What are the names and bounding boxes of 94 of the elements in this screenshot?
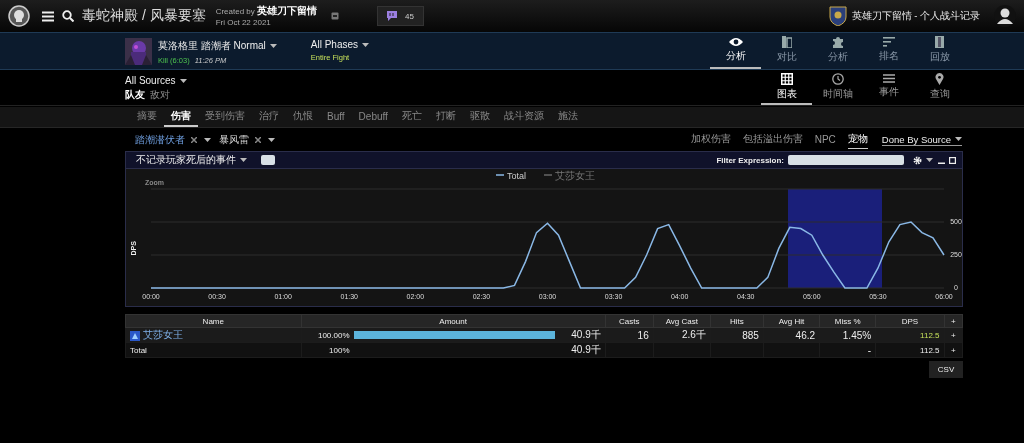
- menu-icon[interactable]: [42, 10, 54, 22]
- crest-icon: [828, 6, 847, 26]
- total-label: Total: [130, 345, 147, 355]
- csv-button[interactable]: CSV: [929, 361, 963, 378]
- eye-icon: [728, 37, 743, 47]
- table-cell: 2.6千: [681, 329, 706, 340]
- source-filter[interactable]: 敌对: [150, 88, 170, 102]
- report-date: Fri Oct 22 2021: [215, 16, 272, 28]
- table-cell: -: [867, 344, 872, 356]
- comments-button[interactable]: 45: [377, 6, 424, 26]
- option-toggle[interactable]: 加权伤害: [690, 130, 731, 149]
- source-filter[interactable]: 队友: [125, 88, 145, 102]
- column-header[interactable]: Hits: [730, 316, 744, 326]
- puzzle-icon: [831, 36, 844, 48]
- document-icon[interactable]: [331, 12, 340, 20]
- table-cell: 46.2: [795, 329, 816, 341]
- table-cell: 1.45%: [842, 329, 872, 341]
- nav-tab[interactable]: 排名: [863, 33, 914, 69]
- settings-icon[interactable]: [913, 155, 922, 165]
- report-title: 毒蛇神殿 / 风暴要塞: [82, 7, 206, 25]
- report-tab[interactable]: 战斗资源: [496, 107, 551, 127]
- filter-label: Filter Expression:: [716, 155, 784, 165]
- legend-label: Total: [507, 170, 527, 181]
- report-tab[interactable]: 伤害: [164, 107, 198, 127]
- view-tab[interactable]: 图表: [761, 70, 812, 105]
- list-icon: [882, 74, 895, 83]
- guild-name[interactable]: 英雄刀下留情 - 个人战斗记录: [851, 9, 980, 23]
- report-tab[interactable]: 摘要: [130, 107, 164, 127]
- caret-icon: [204, 137, 211, 142]
- caret-icon: [955, 137, 962, 141]
- percent-cell-text: 100%: [328, 345, 350, 355]
- option-toggle[interactable]: 宠物: [847, 130, 868, 149]
- comment-icon: [387, 11, 398, 21]
- compare-icon: [781, 36, 792, 48]
- add-button[interactable]: +: [950, 330, 956, 340]
- column-header[interactable]: Name: [202, 316, 224, 326]
- creator-text: Created by 英雄刀下留情: [215, 4, 318, 17]
- player-name[interactable]: 艾莎女王: [143, 329, 183, 340]
- filter-expression-field[interactable]: [788, 155, 904, 165]
- option-toggle[interactable]: NPC: [814, 131, 836, 148]
- table-cell: 885: [742, 329, 759, 341]
- encounter-dropdown[interactable]: 莫洛格里 踏潮者 Normal: [158, 39, 277, 53]
- dps-cell: 112.5: [920, 345, 940, 355]
- legend-item[interactable]: Total: [495, 170, 526, 181]
- report-tab[interactable]: 受到伤害: [198, 107, 252, 127]
- selection-highlight[interactable]: [787, 189, 883, 288]
- caret-icon: [362, 42, 370, 47]
- legend-item[interactable]: 艾莎女王: [543, 169, 595, 181]
- report-tab[interactable]: 打断: [428, 107, 463, 127]
- report-tab[interactable]: 仇恨: [286, 107, 320, 127]
- remove-icon[interactable]: [191, 136, 197, 143]
- column-header[interactable]: DPS: [901, 316, 919, 326]
- death-filter-dropdown[interactable]: 不记录玩家死后的事件: [136, 153, 247, 167]
- view-tab[interactable]: 时间轴: [812, 70, 863, 105]
- amount-cell-text: 40.9千: [570, 328, 601, 342]
- clock-icon: [831, 72, 844, 85]
- amount-cell-text: 40.9千: [570, 343, 601, 357]
- checkbox[interactable]: [261, 155, 275, 165]
- target-filter[interactable]: 踏潮潜伏者: [135, 132, 185, 147]
- report-tab[interactable]: 驱散: [462, 107, 497, 127]
- search-icon[interactable]: [62, 10, 74, 22]
- column-header[interactable]: Amount: [439, 316, 467, 326]
- view-tab[interactable]: 查询: [914, 70, 965, 105]
- caret-icon: [926, 158, 933, 162]
- report-tab[interactable]: 治疗: [252, 107, 286, 127]
- report-tab[interactable]: Buff: [320, 107, 352, 127]
- report-tab[interactable]: 施法: [550, 107, 585, 127]
- percent-cell-text: 100.00%: [316, 330, 350, 340]
- caret-icon: [269, 44, 277, 48]
- caret-icon: [240, 158, 247, 163]
- logo-icon[interactable]: [8, 5, 30, 27]
- caret-icon: [179, 78, 187, 83]
- view-tab[interactable]: 事件: [863, 70, 914, 105]
- sort-icon: [882, 37, 895, 47]
- sources-dropdown[interactable]: All Sources: [125, 75, 187, 86]
- nav-tab[interactable]: 分析: [812, 33, 863, 69]
- grouping-dropdown[interactable]: Done By Source: [881, 133, 962, 146]
- grid-icon: [780, 72, 793, 85]
- nav-tab[interactable]: 对比: [761, 33, 812, 69]
- dps-cell: 112.5: [920, 330, 940, 340]
- table-cell: 16: [637, 329, 649, 341]
- add-button[interactable]: +: [950, 345, 956, 355]
- class-icon: [130, 330, 140, 341]
- nav-tab[interactable]: 回放: [914, 33, 965, 69]
- caret-icon: [268, 137, 275, 142]
- report-tab[interactable]: 死亡: [394, 107, 429, 127]
- report-tab[interactable]: Debuff: [351, 107, 395, 127]
- user-avatar[interactable]: [994, 5, 1016, 27]
- phase-dropdown[interactable]: All Phases: [310, 39, 370, 50]
- film-icon: [935, 36, 944, 48]
- remove-icon[interactable]: [255, 136, 261, 143]
- option-toggle[interactable]: 包括溢出伤害: [742, 130, 803, 149]
- maximize-icon[interactable]: [949, 156, 956, 164]
- target-filter[interactable]: 暴风雷: [219, 132, 249, 147]
